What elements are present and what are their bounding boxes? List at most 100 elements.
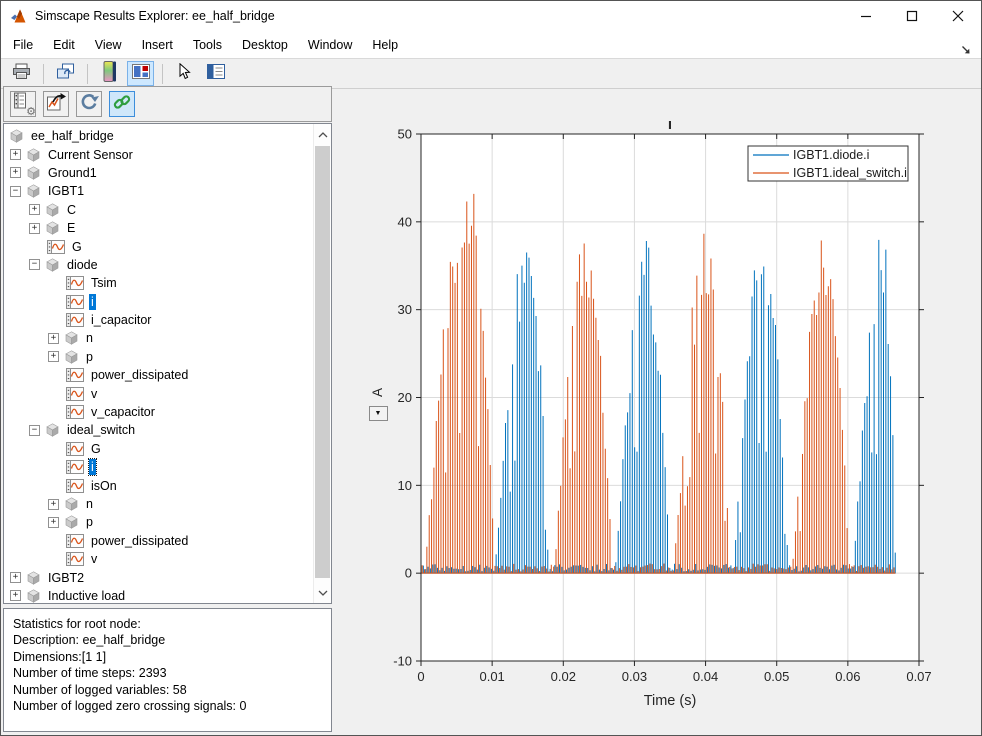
statistics-options-button[interactable]: ⚙ <box>10 91 36 117</box>
expand-icon[interactable]: + <box>10 590 21 601</box>
tree-item-label[interactable]: n <box>84 496 95 512</box>
component-cube-icon <box>64 497 79 511</box>
menu-insert[interactable]: Insert <box>132 34 183 56</box>
minimize-button[interactable] <box>843 1 889 31</box>
print-button[interactable] <box>8 61 35 86</box>
menu-file[interactable]: File <box>3 34 43 56</box>
tree-row-i[interactable]: i <box>4 293 314 311</box>
tree-row-g[interactable]: G <box>4 440 314 458</box>
tree-item-label[interactable]: p <box>84 514 95 530</box>
collapse-icon[interactable]: − <box>29 425 40 436</box>
scroll-up-icon[interactable] <box>314 126 331 143</box>
expand-icon[interactable]: + <box>10 149 21 160</box>
expand-icon[interactable]: + <box>10 572 21 583</box>
tree-item-label[interactable]: G <box>70 239 84 255</box>
menu-window[interactable]: Window <box>298 34 362 56</box>
menu-help[interactable]: Help <box>362 34 408 56</box>
tree-item-label[interactable]: IGBT2 <box>46 570 86 586</box>
tree-row-v-capacitor[interactable]: v_capacitor <box>4 403 314 421</box>
tree-row-ground1[interactable]: + Ground1 <box>4 164 314 182</box>
expand-icon[interactable]: + <box>29 223 40 234</box>
tree-item-label[interactable]: Current Sensor <box>46 147 135 163</box>
tree-row-tsim[interactable]: Tsim <box>4 274 314 292</box>
tree-item-label[interactable]: p <box>84 349 95 365</box>
expand-icon[interactable]: + <box>48 351 59 362</box>
tree-item-label[interactable]: E <box>65 220 77 236</box>
expand-icon[interactable]: + <box>48 333 59 344</box>
close-button[interactable] <box>935 1 981 31</box>
pointer-button[interactable] <box>171 61 198 86</box>
expand-icon[interactable]: + <box>48 499 59 510</box>
tree-item-label[interactable]: power_dissipated <box>89 367 190 383</box>
tree-item-label[interactable]: i_capacitor <box>89 312 153 328</box>
variable-tree: ee_half_bridge + Current Sensor + Ground1 − IG… <box>4 127 314 604</box>
tree-item-label[interactable]: ideal_switch <box>65 422 137 438</box>
collapse-icon[interactable]: − <box>29 259 40 270</box>
tree-row-n[interactable]: +n <box>4 329 314 347</box>
tree-item-label[interactable]: diode <box>65 257 100 273</box>
tree-item-label[interactable]: ee_half_bridge <box>29 128 116 144</box>
refresh-button[interactable] <box>76 91 102 117</box>
tree-row-inductive-load[interactable]: + Inductive load <box>4 587 314 604</box>
property-editor-button[interactable] <box>202 61 229 86</box>
tree-row-n[interactable]: +n <box>4 495 314 513</box>
copy-figure-icon <box>56 63 75 85</box>
tree-scrollbar[interactable] <box>313 124 331 603</box>
tree-row-power-dissipated[interactable]: power_dissipated <box>4 366 314 384</box>
tree-row-diode[interactable]: − diode <box>4 256 314 274</box>
toolbar-separator <box>87 64 88 84</box>
tree-row-current-sensor[interactable]: + Current Sensor <box>4 145 314 163</box>
expand-icon[interactable]: + <box>29 204 40 215</box>
tree-item-label[interactable]: v <box>89 551 99 567</box>
menu-edit[interactable]: Edit <box>43 34 85 56</box>
expand-icon[interactable]: + <box>10 167 21 178</box>
units-dropdown-button[interactable]: ▼ <box>369 406 388 421</box>
tree-row-ison[interactable]: isOn <box>4 476 314 494</box>
tree-row-e[interactable]: +E <box>4 219 314 237</box>
tree-row-igbt2[interactable]: + IGBT2 <box>4 568 314 586</box>
tree-row-p[interactable]: +p <box>4 513 314 531</box>
tree-row-i-capacitor[interactable]: i_capacitor <box>4 311 314 329</box>
colormap-button[interactable] <box>96 61 123 86</box>
plot-browser-button[interactable] <box>127 61 154 86</box>
scroll-down-icon[interactable] <box>314 584 331 601</box>
maximize-button[interactable] <box>889 1 935 31</box>
tree-row-ideal-switch[interactable]: − ideal_switch <box>4 421 314 439</box>
tree-item-label[interactable]: IGBT1 <box>46 183 86 199</box>
tree-row-p[interactable]: +p <box>4 348 314 366</box>
tree-item-label[interactable]: v_capacitor <box>89 404 157 420</box>
tree-item-label[interactable]: n <box>84 330 95 346</box>
tree-item-label[interactable]: Ground1 <box>46 165 99 181</box>
component-cube-icon <box>26 166 41 180</box>
dock-arrow-icon[interactable] <box>961 45 971 55</box>
tree-row-g[interactable]: G <box>4 237 314 255</box>
tree-item-label[interactable]: Tsim <box>89 275 119 291</box>
tree-row-v[interactable]: v <box>4 550 314 568</box>
tree-item-label[interactable]: power_dissipated <box>89 533 190 549</box>
tree-row-igbt1[interactable]: − IGBT1 <box>4 182 314 200</box>
legend[interactable]: IGBT1.diode.iIGBT1.ideal_switch.i <box>748 146 908 181</box>
export-plot-button[interactable] <box>43 91 69 117</box>
expand-icon[interactable]: + <box>48 517 59 528</box>
tree-item-label[interactable]: Inductive load <box>46 588 127 604</box>
tree-row-v[interactable]: v <box>4 384 314 402</box>
menu-bar: FileEditViewInsertToolsDesktopWindowHelp <box>1 31 981 58</box>
tree-item-label[interactable]: C <box>65 202 78 218</box>
menu-tools[interactable]: Tools <box>183 34 232 56</box>
copy-figure-button[interactable] <box>52 61 79 86</box>
menu-view[interactable]: View <box>85 34 132 56</box>
tree-item-label[interactable]: v <box>89 386 99 402</box>
tree-item-label[interactable]: i <box>89 459 96 475</box>
plot-browser-icon <box>132 64 150 84</box>
link-plots-button[interactable] <box>109 91 135 117</box>
tree-row-ee-half-bridge[interactable]: ee_half_bridge <box>4 127 314 145</box>
tree-row-power-dissipated[interactable]: power_dissipated <box>4 532 314 550</box>
tree-row-c[interactable]: +C <box>4 201 314 219</box>
collapse-icon[interactable]: − <box>10 186 21 197</box>
tree-item-label[interactable]: isOn <box>89 478 119 494</box>
tree-item-label[interactable]: G <box>89 441 103 457</box>
scrollbar-thumb[interactable] <box>315 146 330 578</box>
menu-desktop[interactable]: Desktop <box>232 34 298 56</box>
tree-row-i[interactable]: i <box>4 458 314 476</box>
tree-item-label[interactable]: i <box>89 294 96 310</box>
